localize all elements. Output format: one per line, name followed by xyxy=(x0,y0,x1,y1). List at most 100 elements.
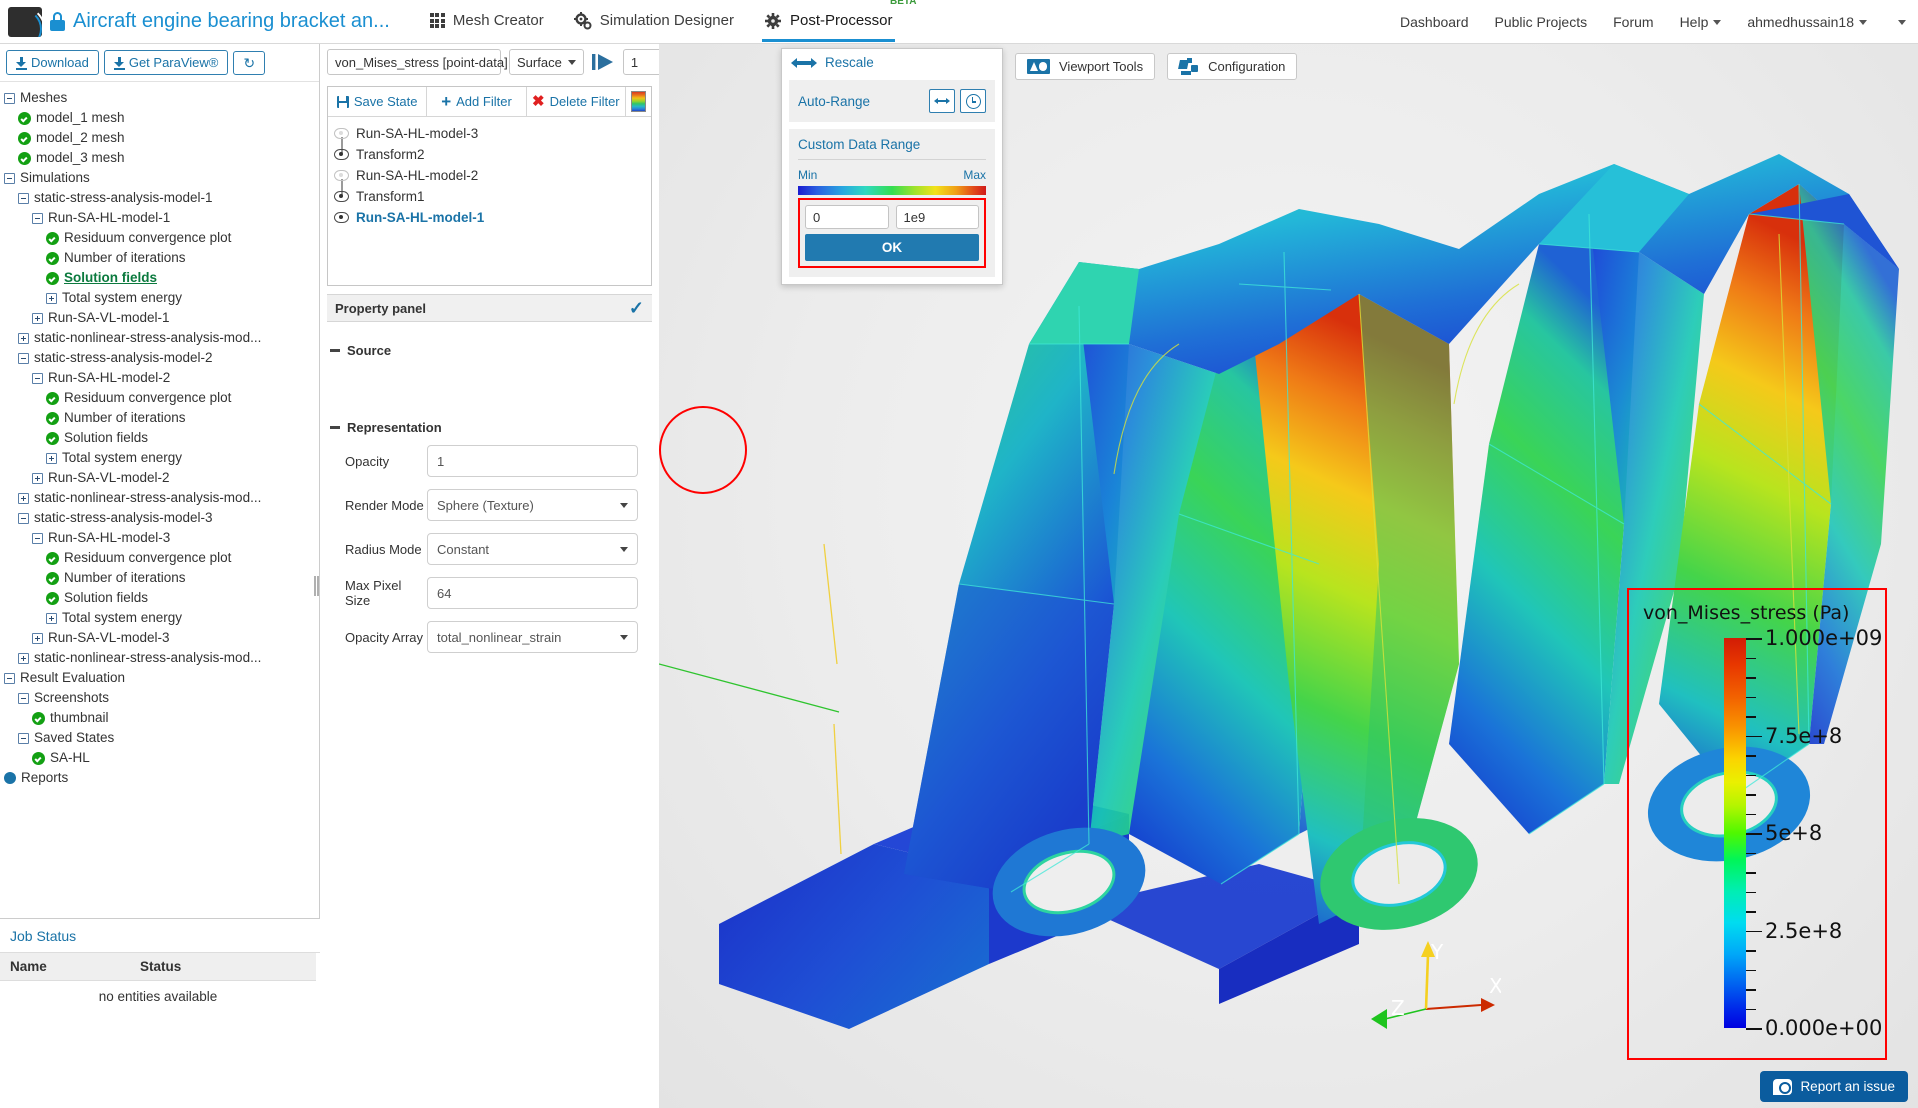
tree-item[interactable]: Run-SA-HL-model-3 xyxy=(4,528,319,548)
tree-item[interactable]: model_2 mesh xyxy=(4,128,319,148)
collapse-toggle-icon[interactable] xyxy=(18,353,29,364)
tree-item[interactable]: Simulations xyxy=(4,168,319,188)
filter-list-item[interactable]: Run-SA-HL-model-1 xyxy=(334,207,651,228)
expand-toggle-icon[interactable] xyxy=(18,333,29,344)
property-panel-header[interactable]: Property panel ✓ xyxy=(327,294,652,322)
expand-toggle-icon[interactable] xyxy=(18,493,29,504)
overflow-menu[interactable] xyxy=(1893,14,1906,30)
collapse-toggle-icon[interactable] xyxy=(32,533,43,544)
filter-list-item[interactable]: Run-SA-HL-model-3 xyxy=(334,123,651,144)
tree-item[interactable]: Number of iterations xyxy=(4,408,319,428)
get-paraview-button[interactable]: Get ParaView® xyxy=(104,50,229,75)
collapse-toggle-icon[interactable] xyxy=(4,173,15,184)
filter-list-item[interactable]: Transform2 xyxy=(334,144,651,165)
tree-item[interactable]: static-stress-analysis-model-2 xyxy=(4,348,319,368)
tree-item[interactable]: Run-SA-VL-model-2 xyxy=(4,468,319,488)
collapse-toggle-icon[interactable] xyxy=(18,733,29,744)
tree-item[interactable]: Solution fields xyxy=(4,268,319,288)
panel-resize-handle[interactable] xyxy=(314,576,320,596)
check-icon[interactable]: ✓ xyxy=(629,299,644,317)
property-field-max-pixel-size[interactable]: 64 xyxy=(427,577,638,609)
visibility-eye-icon[interactable] xyxy=(334,212,349,223)
delete-filter-button[interactable]: ✖ Delete Filter xyxy=(527,87,626,116)
rescale-over-time-button[interactable] xyxy=(960,89,986,113)
expand-toggle-icon[interactable] xyxy=(32,473,43,484)
collapse-toggle-icon[interactable] xyxy=(32,213,43,224)
collapse-toggle-icon[interactable] xyxy=(32,373,43,384)
expand-toggle-icon[interactable] xyxy=(46,613,57,624)
tree-item[interactable]: SA-HL xyxy=(4,748,319,768)
save-state-button[interactable]: Save State xyxy=(328,87,427,116)
visibility-eye-icon[interactable] xyxy=(334,149,349,160)
property-section-representation[interactable]: Representation xyxy=(330,420,652,435)
tree-item[interactable]: thumbnail xyxy=(4,708,319,728)
tree-item[interactable]: Reports xyxy=(4,768,319,788)
tree-item[interactable]: Number of iterations xyxy=(4,568,319,588)
representation-select[interactable]: Surface xyxy=(509,49,584,75)
tree-item[interactable]: Saved States xyxy=(4,728,319,748)
field-select[interactable]: von_Mises_stress [point-data] xyxy=(327,49,501,75)
tab-simulation-designer[interactable]: Simulation Designer xyxy=(572,2,736,42)
nav-help[interactable]: Help xyxy=(1680,14,1722,30)
collapse-toggle-icon[interactable] xyxy=(4,673,15,684)
visibility-eye-icon[interactable] xyxy=(334,191,349,202)
play-icon[interactable] xyxy=(592,53,616,71)
expand-toggle-icon[interactable] xyxy=(18,653,29,664)
tree-item[interactable]: Result Evaluation xyxy=(4,668,319,688)
ok-button[interactable]: OK xyxy=(805,234,979,261)
collapse-toggle-icon[interactable] xyxy=(4,93,15,104)
tab-mesh-creator[interactable]: Mesh Creator xyxy=(428,2,546,41)
collapse-toggle-icon[interactable] xyxy=(18,513,29,524)
expand-toggle-icon[interactable] xyxy=(32,633,43,644)
tree-item[interactable]: Run-SA-HL-model-2 xyxy=(4,368,319,388)
tree-item[interactable]: static-nonlinear-stress-analysis-mod... xyxy=(4,488,319,508)
report-issue-button[interactable]: Report an issue xyxy=(1760,1071,1908,1102)
tree-item[interactable]: Meshes xyxy=(4,88,319,108)
nav-dashboard[interactable]: Dashboard xyxy=(1400,14,1469,30)
property-field-opacity-array[interactable]: total_nonlinear_strain xyxy=(427,621,638,653)
tree-item[interactable]: model_1 mesh xyxy=(4,108,319,128)
tree-item[interactable]: Total system energy xyxy=(4,288,319,308)
configuration-button[interactable]: Configuration xyxy=(1167,53,1297,80)
property-field-radius-mode[interactable]: Constant xyxy=(427,533,638,565)
tree-item[interactable]: Screenshots xyxy=(4,688,319,708)
max-input[interactable]: 1e9 xyxy=(896,205,980,229)
property-field-render-mode[interactable]: Sphere (Texture) xyxy=(427,489,638,521)
refresh-button[interactable]: ↻ xyxy=(233,51,265,75)
viewport-tools-button[interactable]: Viewport Tools xyxy=(1015,53,1155,80)
tree-item[interactable]: model_3 mesh xyxy=(4,148,319,168)
fit-range-button[interactable] xyxy=(929,89,955,113)
page-title[interactable]: Aircraft engine bearing bracket an... xyxy=(73,10,390,33)
property-field-opacity[interactable]: 1 xyxy=(427,445,638,477)
tree-item[interactable]: static-stress-analysis-model-1 xyxy=(4,188,319,208)
tree-item[interactable]: static-nonlinear-stress-analysis-mod... xyxy=(4,328,319,348)
download-button[interactable]: Download xyxy=(6,50,99,75)
rescale-header[interactable]: Rescale xyxy=(782,49,1002,76)
property-section-source[interactable]: Source xyxy=(330,343,652,358)
collapse-toggle-icon[interactable] xyxy=(18,693,29,704)
job-status-title[interactable]: Job Status xyxy=(0,919,320,953)
colorbar-icon[interactable] xyxy=(631,91,646,112)
tree-item[interactable]: Solution fields xyxy=(4,428,319,448)
tree-item[interactable]: Run-SA-VL-model-1 xyxy=(4,308,319,328)
tree-item[interactable]: Number of iterations xyxy=(4,248,319,268)
tree-item[interactable]: Run-SA-HL-model-1 xyxy=(4,208,319,228)
visibility-eye-icon[interactable] xyxy=(334,170,349,181)
expand-toggle-icon[interactable] xyxy=(46,453,57,464)
min-input[interactable]: 0 xyxy=(805,205,889,229)
expand-toggle-icon[interactable] xyxy=(46,293,57,304)
tree-item[interactable]: static-stress-analysis-model-3 xyxy=(4,508,319,528)
simscale-logo[interactable] xyxy=(8,7,42,37)
tree-item[interactable]: Residuum convergence plot xyxy=(4,388,319,408)
filter-list-item[interactable]: Run-SA-HL-model-2 xyxy=(334,165,651,186)
visibility-eye-icon[interactable] xyxy=(334,128,349,139)
tree-item[interactable]: Run-SA-VL-model-3 xyxy=(4,628,319,648)
tab-post-processor[interactable]: Post-Processor BETA xyxy=(762,2,895,42)
user-menu[interactable]: ahmedhussain18 xyxy=(1747,14,1867,30)
expand-toggle-icon[interactable] xyxy=(32,313,43,324)
tree-item[interactable]: Residuum convergence plot xyxy=(4,548,319,568)
add-filter-button[interactable]: + Add Filter xyxy=(427,87,526,116)
tree-item[interactable]: Residuum convergence plot xyxy=(4,228,319,248)
tree-item[interactable]: static-nonlinear-stress-analysis-mod... xyxy=(4,648,319,668)
tree-item[interactable]: Solution fields xyxy=(4,588,319,608)
